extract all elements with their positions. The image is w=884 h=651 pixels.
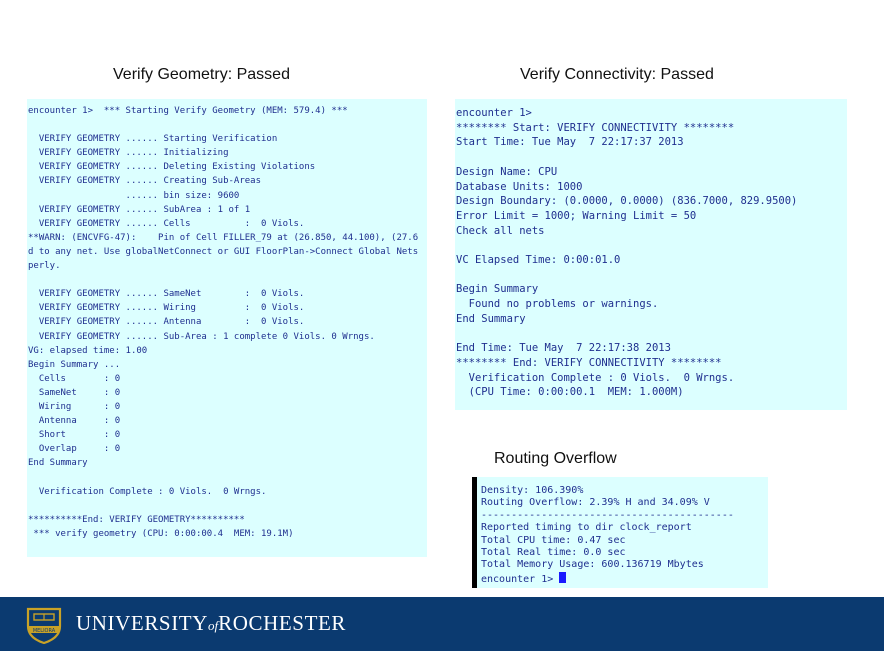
routing-log-text: Density: 106.390% Routing Overflow: 2.39… <box>472 477 768 586</box>
university-word: UNIVERSITY <box>76 611 208 635</box>
routing-log-lines: Density: 106.390% Routing Overflow: 2.39… <box>481 485 734 571</box>
seal-motto: MELIORA <box>33 628 56 634</box>
routing-heading: Routing Overflow <box>494 450 617 467</box>
university-rochester: ROCHESTER <box>218 611 347 635</box>
connectivity-log-text: encounter 1> ******** Start: VERIFY CONN… <box>456 107 798 399</box>
terminal-prompt: encounter 1> <box>481 573 560 585</box>
geometry-terminal: encounter 1> *** Starting Verify Geometr… <box>27 99 427 557</box>
geometry-heading: Verify Geometry: Passed <box>113 66 290 83</box>
connectivity-terminal: encounter 1> ******** Start: VERIFY CONN… <box>455 99 847 410</box>
terminal-cursor[interactable] <box>559 571 567 583</box>
university-of: of <box>208 618 219 633</box>
terminal-left-border <box>472 477 477 588</box>
university-name: UNIVERSITYofROCHESTER <box>76 611 346 636</box>
university-seal-icon: MELIORA <box>26 607 62 644</box>
routing-terminal[interactable]: Density: 106.390% Routing Overflow: 2.39… <box>472 477 768 588</box>
connectivity-heading: Verify Connectivity: Passed <box>520 66 714 83</box>
geometry-log-text: encounter 1> *** Starting Verify Geometr… <box>28 106 419 539</box>
